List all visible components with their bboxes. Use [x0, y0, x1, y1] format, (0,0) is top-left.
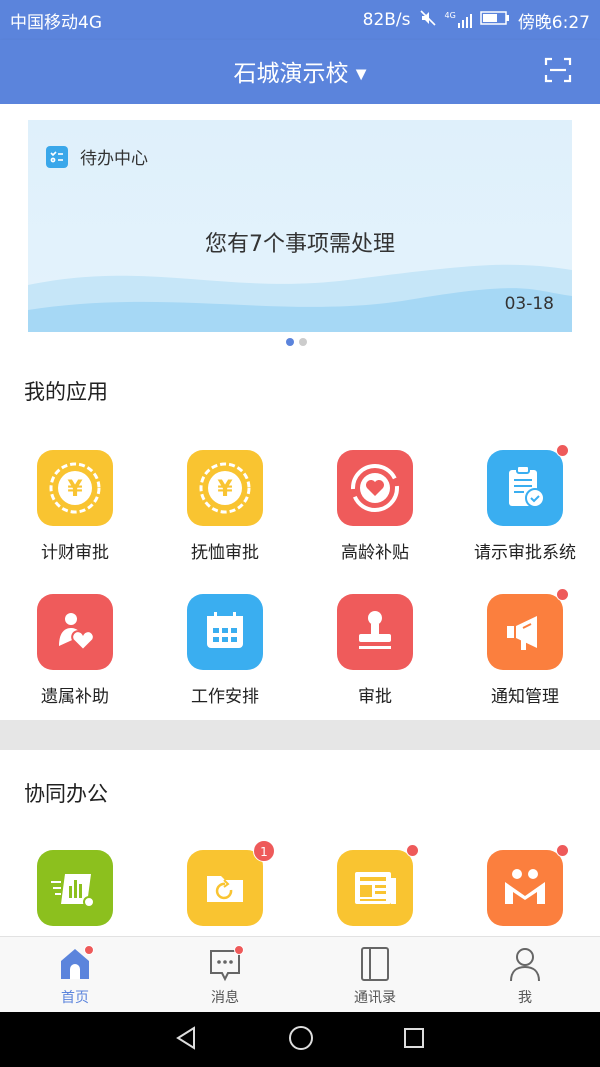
carousel-dot[interactable] [299, 338, 307, 346]
todo-label: 待办中心 [80, 149, 148, 169]
section-title: 协同办公 [24, 782, 108, 806]
page-title: 石城演示校 [233, 61, 349, 87]
banner-section: 待办中心 您有7个事项需处理 03-18 [0, 104, 600, 354]
stamp-icon [337, 594, 413, 670]
collab-grid: 1 [0, 840, 600, 936]
contacts-icon [361, 947, 389, 981]
carousel-dot[interactable] [286, 338, 294, 346]
app-label: 工作安排 [191, 687, 259, 707]
megaphone-icon [487, 588, 569, 670]
notification-dot [556, 588, 569, 601]
tab-label: 我 [518, 990, 532, 1006]
m-logo-icon [487, 844, 569, 926]
home-content: 待办中心 您有7个事项需处理 03-18 我的应用 ¥ 计财审批 ¥ 抚恤审批 [0, 104, 600, 936]
app-label: 遗属补助 [41, 687, 109, 707]
recents-icon[interactable] [402, 1026, 426, 1054]
caret-down-icon: ▼ [355, 66, 367, 83]
collab-app-2[interactable]: 1 [150, 840, 300, 936]
collab-app-4[interactable] [450, 844, 600, 936]
yuan-coin-icon: ¥ [37, 450, 113, 526]
header-bar: 石城演示校 ▼ [0, 40, 600, 104]
collab-section: 协同办公 1 [0, 750, 600, 936]
notification-dot [406, 844, 419, 857]
system-nav-bar [0, 1012, 600, 1067]
app-label: 高龄补贴 [341, 543, 409, 563]
app-pension-approval[interactable]: ¥ 抚恤审批 [150, 450, 300, 594]
app-approval[interactable]: 审批 [300, 594, 450, 738]
svg-text:¥: ¥ [67, 477, 83, 502]
carrier-text: 中国移动4G [10, 12, 102, 33]
yuan-coin-icon: ¥ [187, 450, 263, 526]
notification-dot [234, 945, 244, 955]
todo-message: 您有7个事项需处理 [205, 232, 395, 257]
heart-circle-icon [337, 450, 413, 526]
calendar-icon [187, 594, 263, 670]
app-finance-approval[interactable]: ¥ 计财审批 [0, 450, 150, 594]
app-label: 抚恤审批 [191, 543, 259, 563]
tab-label: 通讯录 [354, 990, 396, 1006]
back-icon[interactable] [174, 1025, 200, 1055]
notification-dot [84, 945, 94, 955]
scan-icon[interactable] [544, 56, 572, 84]
app-notice-management[interactable]: 通知管理 [450, 588, 600, 738]
todo-banner[interactable]: 待办中心 您有7个事项需处理 03-18 [28, 120, 572, 332]
tab-label: 消息 [211, 990, 239, 1006]
collab-app-3[interactable] [300, 844, 450, 936]
home-button-icon[interactable] [287, 1024, 315, 1056]
mute-icon [419, 9, 437, 32]
battery-icon [480, 10, 510, 31]
app-label: 请示审批系统 [474, 543, 576, 563]
app-label: 通知管理 [491, 687, 559, 707]
bottom-tab-bar: 首页 消息 通讯录 我 [0, 936, 600, 1012]
app-survivor-aid[interactable]: 遗属补助 [0, 594, 150, 738]
newspaper-icon [337, 844, 419, 926]
school-selector[interactable]: 石城演示校 ▼ [0, 54, 600, 88]
tab-messages[interactable]: 消息 [150, 937, 300, 1012]
app-label: 审批 [358, 687, 392, 707]
tab-label: 首页 [61, 990, 89, 1006]
section-title: 我的应用 [24, 380, 108, 404]
clock-text: 傍晚6:27 [517, 12, 590, 33]
todo-header: 待办中心 [46, 144, 148, 169]
collab-app-1[interactable] [0, 850, 150, 936]
tab-home[interactable]: 首页 [0, 937, 150, 1012]
todo-date: 03-18 [504, 294, 554, 314]
app-label: 计财审批 [41, 543, 109, 563]
chart-gear-icon [37, 850, 113, 926]
tab-contacts[interactable]: 通讯录 [300, 937, 450, 1012]
app-elderly-subsidy[interactable]: 高龄补贴 [300, 450, 450, 594]
app-request-approval[interactable]: 请示审批系统 [450, 444, 600, 594]
status-bar: 中国移动4G 82B/s 4G 傍晚6:27 [0, 0, 600, 40]
app-work-schedule[interactable]: 工作安排 [150, 594, 300, 738]
svg-text:¥: ¥ [217, 477, 233, 502]
signal-icon: 4G [445, 12, 472, 28]
folder-refresh-icon: 1 [187, 840, 275, 926]
app-grid: ¥ 计财审批 ¥ 抚恤审批 高龄补贴 请示审批系统 遗属补助 工作安排 审批 通… [0, 444, 600, 738]
unread-badge: 1 [253, 840, 275, 862]
clipboard-check-icon [487, 444, 569, 526]
network-speed: 82B/s [362, 10, 411, 30]
carousel-indicator [286, 338, 307, 346]
notification-dot [556, 444, 569, 457]
person-icon [510, 948, 540, 982]
notification-dot [556, 844, 569, 857]
my-apps-section: 我的应用 ¥ 计财审批 ¥ 抚恤审批 高龄补贴 请示审批系统 遗属补助 工作安排… [0, 354, 600, 720]
tab-me[interactable]: 我 [450, 937, 600, 1012]
todo-list-icon [46, 145, 68, 168]
person-heart-icon [37, 594, 113, 670]
